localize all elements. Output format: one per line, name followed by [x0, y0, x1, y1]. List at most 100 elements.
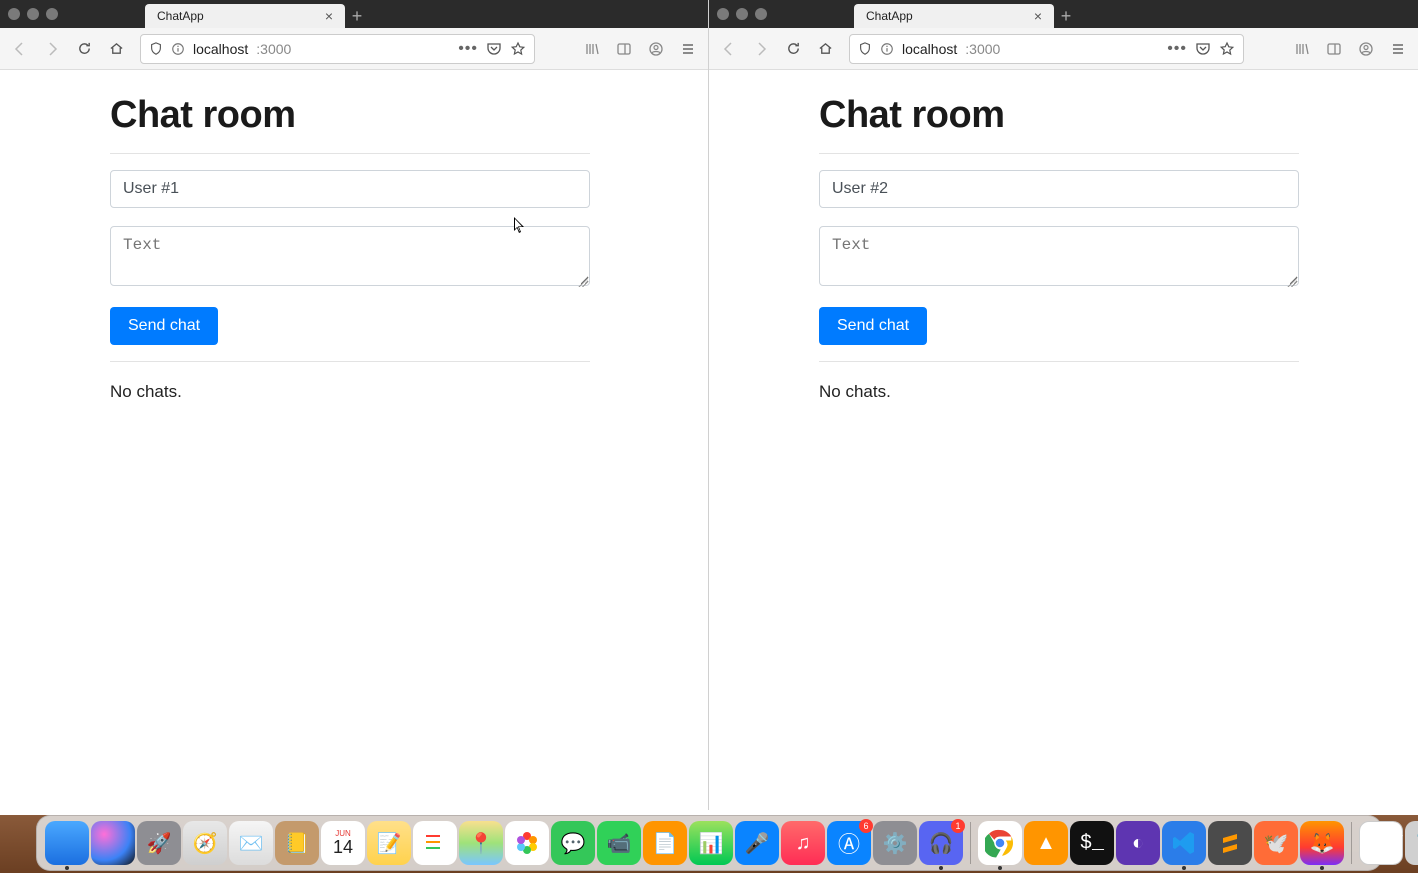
forward-button[interactable] — [38, 35, 66, 63]
pocket-icon[interactable] — [486, 41, 502, 57]
page-content: Chat room Send chat No chats. — [0, 70, 708, 810]
dock-app-insomnia[interactable]: ◐ — [1116, 821, 1160, 865]
dock-file-mkv[interactable]: MKV — [1359, 821, 1403, 865]
library-icon[interactable] — [1288, 35, 1316, 63]
dock-app-maps[interactable]: 📍 — [459, 821, 503, 865]
divider — [819, 361, 1299, 362]
page-content: Chat room Send chat No chats. — [709, 70, 1418, 810]
message-input[interactable] — [819, 226, 1299, 286]
url-host: localhost — [193, 41, 248, 57]
traffic-minimize[interactable] — [27, 8, 39, 20]
dock-trash[interactable]: 🗑️ — [1405, 821, 1418, 865]
discord-badge: 1 — [951, 819, 965, 833]
send-chat-button[interactable]: Send chat — [819, 307, 927, 345]
traffic-close[interactable] — [8, 8, 20, 20]
bookmark-star-icon[interactable] — [510, 41, 526, 57]
dock-separator — [1351, 822, 1352, 864]
appstore-badge: 6 — [859, 819, 873, 833]
tab-strip: ChatApp × + — [145, 0, 369, 28]
empty-state-text: No chats. — [110, 382, 590, 402]
dock-app-mail[interactable]: ✉️ — [229, 821, 273, 865]
dock-app-contacts[interactable]: 📒 — [275, 821, 319, 865]
bookmark-star-icon[interactable] — [1219, 41, 1235, 57]
window-titlebar: ChatApp × + — [0, 0, 708, 28]
sidebar-icon[interactable] — [610, 35, 638, 63]
home-button[interactable] — [811, 35, 839, 63]
new-tab-button[interactable]: + — [345, 4, 369, 28]
calendar-day: 14 — [333, 838, 353, 856]
close-tab-icon[interactable]: × — [1032, 9, 1044, 23]
message-input[interactable] — [110, 226, 590, 286]
new-tab-button[interactable]: + — [1054, 4, 1078, 28]
traffic-zoom[interactable] — [755, 8, 767, 20]
username-input[interactable] — [110, 170, 590, 208]
traffic-close[interactable] — [717, 8, 729, 20]
back-button[interactable] — [6, 35, 34, 63]
url-port: :3000 — [256, 41, 291, 57]
account-icon[interactable] — [1352, 35, 1380, 63]
dock-app-finder[interactable] — [45, 821, 89, 865]
reload-button[interactable] — [70, 35, 98, 63]
dock-app-safari[interactable]: 🧭 — [183, 821, 227, 865]
dock-app-chrome[interactable] — [978, 821, 1022, 865]
browser-tab[interactable]: ChatApp × — [854, 4, 1054, 28]
username-input[interactable] — [819, 170, 1299, 208]
macos-dock: 🚀 🧭 ✉️ 📒 JUN 14 📝 📍 💬 📹 📄 📊 🎤 ♫ Ⓐ — [36, 815, 1382, 871]
dock-app-calendar[interactable]: JUN 14 — [321, 821, 365, 865]
divider — [110, 361, 590, 362]
close-tab-icon[interactable]: × — [323, 9, 335, 23]
home-button[interactable] — [102, 35, 130, 63]
dock-app-system-preferences[interactable]: ⚙️ — [873, 821, 917, 865]
page-title: Chat room — [110, 94, 590, 137]
browser-window-right: ChatApp × + localhost :3000 ••• — [709, 0, 1418, 810]
dock-separator — [970, 822, 971, 864]
page-actions-icon[interactable]: ••• — [458, 40, 478, 58]
dock-app-numbers[interactable]: 📊 — [689, 821, 733, 865]
browser-window-left: ChatApp × + localhost :3000 ••• — [0, 0, 709, 810]
address-bar[interactable]: localhost :3000 ••• — [140, 34, 535, 64]
menu-icon[interactable] — [1384, 35, 1412, 63]
url-host: localhost — [902, 41, 957, 57]
traffic-zoom[interactable] — [46, 8, 58, 20]
tab-title: ChatApp — [157, 9, 204, 23]
forward-button[interactable] — [747, 35, 775, 63]
dock-app-terminal[interactable]: $_ — [1070, 821, 1114, 865]
traffic-minimize[interactable] — [736, 8, 748, 20]
reload-button[interactable] — [779, 35, 807, 63]
dock-app-photos[interactable] — [505, 821, 549, 865]
divider — [819, 153, 1299, 154]
tab-strip: ChatApp × + — [854, 0, 1078, 28]
dock-app-facetime[interactable]: 📹 — [597, 821, 641, 865]
dock-app-siri[interactable] — [91, 821, 135, 865]
address-bar[interactable]: localhost :3000 ••• — [849, 34, 1244, 64]
dock-app-notes[interactable]: 📝 — [367, 821, 411, 865]
library-icon[interactable] — [578, 35, 606, 63]
account-icon[interactable] — [642, 35, 670, 63]
dock-app-vlc[interactable]: ▲ — [1024, 821, 1068, 865]
shield-icon — [858, 42, 872, 56]
dock-app-sublime[interactable] — [1208, 821, 1252, 865]
page-actions-icon[interactable]: ••• — [1167, 40, 1187, 58]
dock-app-reminders[interactable] — [413, 821, 457, 865]
dock-app-firefox[interactable]: 🦊 — [1300, 821, 1344, 865]
pocket-icon[interactable] — [1195, 41, 1211, 57]
dock-app-appstore[interactable]: Ⓐ 6 — [827, 821, 871, 865]
sidebar-icon[interactable] — [1320, 35, 1348, 63]
send-chat-button[interactable]: Send chat — [110, 307, 218, 345]
browser-tab[interactable]: ChatApp × — [145, 4, 345, 28]
dock-app-pages[interactable]: 📄 — [643, 821, 687, 865]
tab-title: ChatApp — [866, 9, 913, 23]
dock-app-vscode[interactable] — [1162, 821, 1206, 865]
url-port: :3000 — [965, 41, 1000, 57]
dock-app-discord[interactable]: 🎧 1 — [919, 821, 963, 865]
dock-app-keynote[interactable]: 🎤 — [735, 821, 779, 865]
menu-icon[interactable] — [674, 35, 702, 63]
desktop: ChatApp × + localhost :3000 ••• — [0, 0, 1418, 873]
dock-app-launchpad[interactable]: 🚀 — [137, 821, 181, 865]
dock-area: 🚀 🧭 ✉️ 📒 JUN 14 📝 📍 💬 📹 📄 📊 🎤 ♫ Ⓐ — [0, 810, 1418, 873]
dock-app-messages[interactable]: 💬 — [551, 821, 595, 865]
dock-app-music[interactable]: ♫ — [781, 821, 825, 865]
divider — [110, 153, 590, 154]
back-button[interactable] — [715, 35, 743, 63]
dock-app-postman[interactable]: 🕊️ — [1254, 821, 1298, 865]
